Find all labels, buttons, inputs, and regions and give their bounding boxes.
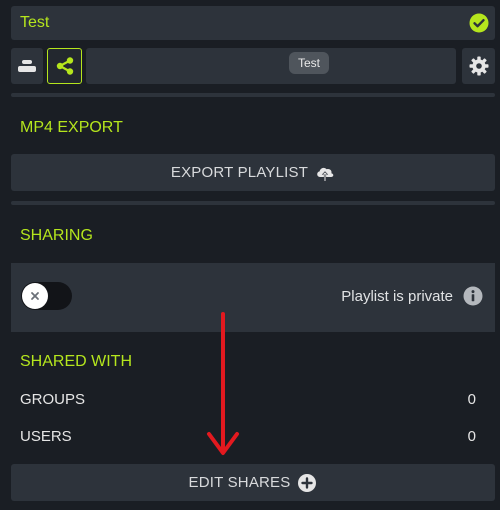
- groups-count: 0: [467, 391, 476, 408]
- edit-shares-label: EDIT SHARES: [188, 474, 291, 491]
- privacy-status-text: Playlist is private: [341, 288, 453, 305]
- layers-icon: [18, 60, 36, 72]
- check-circle-icon: [469, 13, 489, 33]
- info-icon[interactable]: [463, 286, 483, 306]
- private-toggle[interactable]: [21, 282, 72, 310]
- layers-button[interactable]: [11, 48, 43, 84]
- section-divider: [11, 201, 495, 205]
- gear-icon: [469, 56, 488, 76]
- tooltip: Test: [289, 52, 329, 74]
- close-icon: [31, 292, 39, 300]
- export-playlist-label: EXPORT PLAYLIST: [170, 164, 309, 181]
- settings-button[interactable]: [462, 48, 495, 84]
- plus-circle-icon: [298, 473, 317, 492]
- section-divider: [11, 93, 495, 97]
- cloud-upload-icon: [317, 167, 334, 181]
- annotation-arrow-icon: [207, 312, 239, 455]
- sharing-panel: Playlist is private: [11, 263, 495, 332]
- toggle-knob: [22, 283, 48, 309]
- mp4-export-heading: MP4 EXPORT: [20, 119, 123, 136]
- share-icon: [56, 57, 73, 75]
- playlist-title-bar[interactable]: Test: [11, 6, 495, 40]
- users-label: USERS: [20, 428, 72, 445]
- export-playlist-button[interactable]: EXPORT PLAYLIST: [11, 154, 495, 191]
- share-button[interactable]: [47, 48, 82, 84]
- users-count: 0: [467, 428, 476, 445]
- sharing-heading: SHARING: [20, 227, 93, 244]
- shared-with-heading: SHARED WITH: [20, 353, 132, 370]
- edit-shares-button[interactable]: EDIT SHARES: [11, 464, 495, 501]
- toolbar: Test: [11, 48, 495, 86]
- playlist-panel: Test Test MP4 EXPORT EXPORT PLAYLIST SHA…: [0, 0, 500, 510]
- playlist-title: Test: [20, 14, 50, 31]
- groups-label: GROUPS: [20, 391, 86, 408]
- toolbar-field: Test: [86, 48, 456, 84]
